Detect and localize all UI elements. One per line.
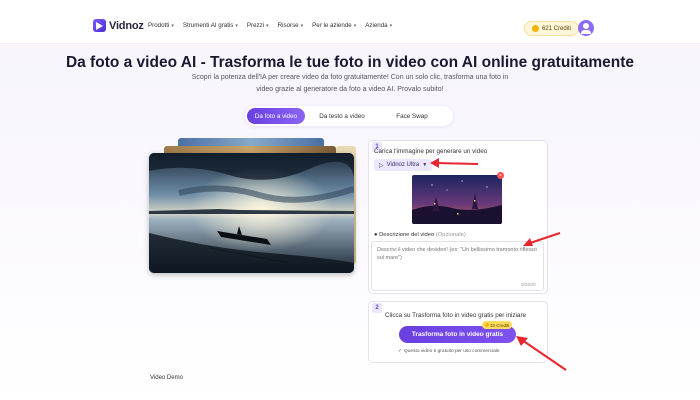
nav-label: Prodotti	[148, 22, 170, 29]
red-arrow-annotation-icon	[430, 158, 479, 168]
credit-cost-label: 10 Crediti	[490, 322, 510, 328]
model-select-value: Vidnoz Ultra	[386, 162, 420, 168]
remove-image-icon[interactable]: ×	[497, 172, 504, 179]
description-optional: (Opzionale)	[435, 232, 466, 238]
video-demo-label: Video Demo	[150, 375, 183, 381]
play-icon: ▷	[379, 162, 384, 169]
mode-tabs: Da foto a video Da testo a video Face Sw…	[245, 106, 453, 126]
tab-foto-video[interactable]: Da foto a video	[247, 108, 305, 124]
page-subtitle: Scopri la potenza dell'IA per creare vid…	[191, 74, 509, 93]
step-number-2: 2	[372, 303, 382, 313]
chevron-down-icon: ▾	[389, 22, 393, 29]
nav-azienda[interactable]: Azienda ▾	[365, 22, 392, 29]
preview-image	[149, 153, 354, 273]
nav-strumenti[interactable]: Strumenti AI gratis ▾	[183, 22, 238, 29]
nav-aziende[interactable]: Per le aziende ▾	[312, 22, 356, 29]
nav-label: Prezzi	[246, 22, 265, 29]
page-title: Da foto a video AI - Trasforma le tue fo…	[65, 54, 635, 71]
chevron-down-icon: ▾	[300, 22, 304, 29]
vidnoz-logo-icon	[93, 19, 106, 32]
main-nav: Prodotti ▾ Strumenti AI gratis ▾ Prezzi ▾ R…	[148, 22, 392, 29]
upload-title: Carica l'immagine per generare un video	[374, 148, 488, 155]
nav-label: Strumenti AI gratis	[182, 22, 234, 29]
top-header: Vidnoz Prodotti ▾ Strumenti AI gratis ▾ Pr…	[0, 0, 700, 44]
chevron-down-icon: ▾	[171, 22, 174, 29]
sunset-lake-image	[149, 153, 354, 273]
avatar[interactable]	[578, 20, 594, 36]
nav-prezzi[interactable]: Prezzi ▾	[247, 22, 269, 29]
logo-text: Vidnoz	[109, 19, 144, 32]
nav-label: Azienda	[365, 22, 388, 29]
tab-testo-video[interactable]: Da testo a video	[309, 108, 375, 124]
description-input[interactable]	[371, 241, 544, 291]
chevron-down-icon: ▾	[266, 22, 269, 29]
logo[interactable]: Vidnoz	[93, 19, 144, 32]
tab-face-swap[interactable]: Face Swap	[379, 108, 445, 124]
generate-title: Clicca su Trasforma foto in video gratis…	[385, 312, 527, 319]
red-arrow-annotation-icon	[516, 336, 567, 371]
coin-icon	[485, 323, 489, 327]
commercial-note: ✓ Questo video è gratuito per uso commer…	[398, 349, 499, 354]
check-circle-icon: ✓	[398, 349, 403, 354]
chevron-down-icon: ▾	[353, 22, 357, 29]
nav-label: Risorse	[277, 22, 299, 29]
fantasy-night-image	[412, 175, 502, 224]
commercial-note-text: Questo video è gratuito per uso commerci…	[404, 349, 500, 354]
credits-badge[interactable]: 621 Crediti	[524, 21, 580, 36]
nav-risorse[interactable]: Risorse ▾	[278, 22, 304, 29]
description-label: Descrizione del video	[379, 232, 435, 238]
char-counter: 0/2000	[521, 283, 536, 288]
coin-icon	[532, 25, 539, 32]
model-select[interactable]: ▷ Vidnoz Ultra ▼	[374, 159, 433, 171]
description-label-row: ● Descrizione del video (Opzionale)	[374, 232, 466, 238]
uploaded-image[interactable]	[412, 175, 502, 224]
nav-label: Per le aziende	[312, 22, 352, 29]
credit-cost-badge: 10 Crediti	[482, 321, 513, 329]
chevron-down-icon: ▾	[235, 22, 238, 29]
credits-label: 621 Crediti	[542, 25, 572, 32]
nav-prodotti[interactable]: Prodotti ▾	[148, 22, 174, 29]
caret-down-icon: ▼	[422, 162, 428, 168]
red-arrow-annotation-icon	[523, 232, 561, 246]
